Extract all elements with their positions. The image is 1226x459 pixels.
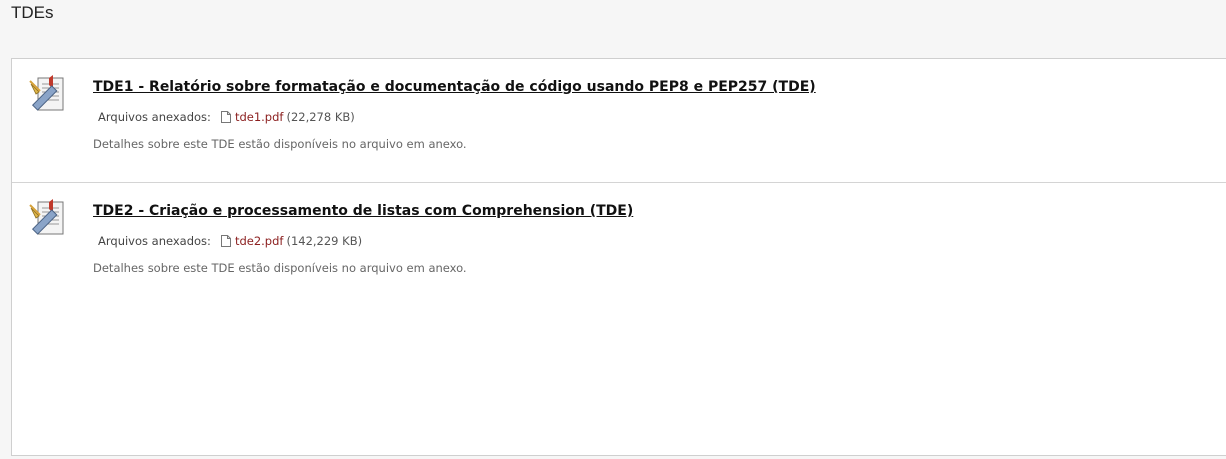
attachments-row: Arquivos anexados: tde1.pdf (22,278 KB) [98,110,355,124]
item-title-link[interactable]: TDE1 - Relatório sobre formatação e docu… [93,79,816,95]
attachments-label: Arquivos anexados: [98,110,211,124]
list-item: TDE2 - Criação e processamento de listas… [12,183,1226,307]
item-details: Detalhes sobre este TDE estão disponívei… [93,261,467,275]
attachments-label: Arquivos anexados: [98,234,211,248]
file-size: (22,278 KB) [286,110,355,124]
page-title: TDEs [11,3,54,22]
item-title-link[interactable]: TDE2 - Criação e processamento de listas… [93,203,633,219]
item-details: Detalhes sobre este TDE estão disponívei… [93,137,467,151]
file-link[interactable]: tde1.pdf [235,110,284,124]
page: TDEs TDE1 - Relatório sobre formatação e… [0,0,1226,459]
attachments-row: Arquivos anexados: tde2.pdf (142,229 KB) [98,234,362,248]
file-icon [220,111,231,123]
content-list: TDE1 - Relatório sobre formatação e docu… [11,58,1226,456]
assignment-icon [29,199,67,239]
file-link[interactable]: tde2.pdf [235,234,284,248]
file-size: (142,229 KB) [286,234,363,248]
file-icon [220,235,231,247]
assignment-icon [29,75,67,115]
list-item: TDE1 - Relatório sobre formatação e docu… [12,59,1226,183]
